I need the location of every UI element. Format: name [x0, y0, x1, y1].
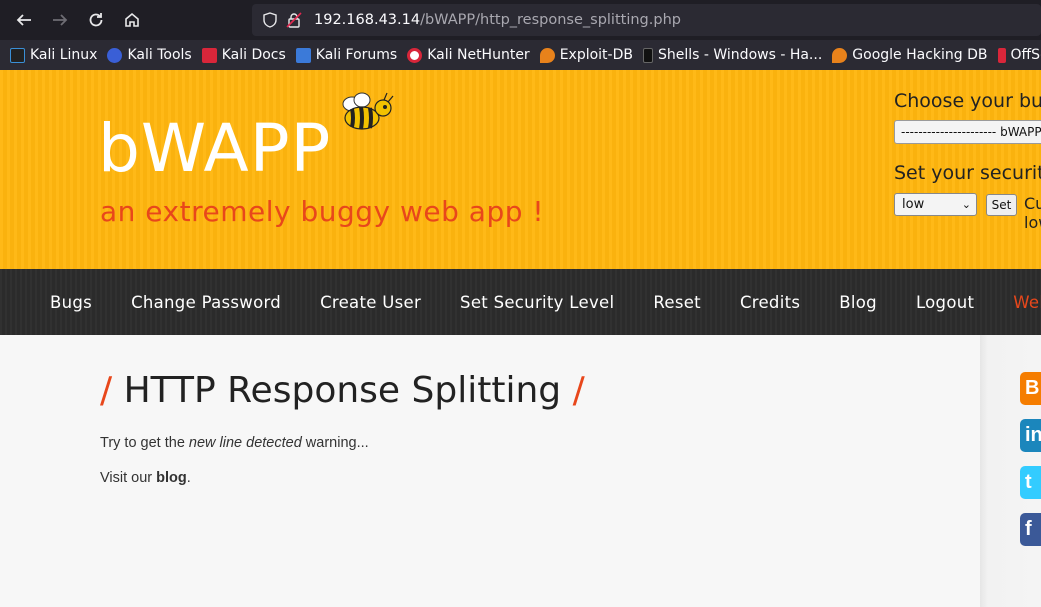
bookmark-kali-tools[interactable]: Kali Tools [107, 47, 192, 63]
reload-button[interactable] [78, 5, 114, 35]
page-title: / HTTP Response Splitting / [100, 370, 585, 411]
menu-welcome: Welcome Bee [1013, 292, 1041, 312]
bookmark-label: Kali NetHunter [427, 47, 530, 63]
instruction-prefix: Try to get the [100, 435, 189, 451]
instruction-text: Try to get the new line detected warning… [100, 435, 369, 451]
bookmark-label: Kali Docs [221, 47, 286, 63]
title-slash-left: / [100, 370, 113, 411]
current-security-text: Current: low [1024, 194, 1041, 232]
bookmark-kali-linux[interactable]: Kali Linux [10, 47, 97, 63]
facebook-label: f [1025, 518, 1032, 540]
security-level-label: Set your security level: [894, 162, 1041, 184]
menu-change-password[interactable]: Change Password [131, 293, 281, 312]
blogger-icon[interactable]: B [1020, 372, 1041, 405]
offsec-icon [997, 47, 1006, 63]
blog-suffix: . [186, 470, 191, 486]
security-level-value: low [902, 197, 925, 212]
bookmark-label: Kali Tools [127, 47, 192, 63]
forward-button[interactable] [42, 5, 78, 35]
bookmark-kali-forums[interactable]: Kali Forums [295, 47, 398, 63]
kali-dragon-icon [10, 47, 25, 63]
menu-reset[interactable]: Reset [653, 293, 701, 312]
twitter-label: t [1025, 471, 1032, 493]
menu-credits[interactable]: Credits [740, 293, 800, 312]
site-header: bWAPP an extremely buggy web app ! Choos… [0, 70, 1041, 269]
back-button[interactable] [6, 5, 42, 35]
shells-icon [642, 47, 653, 63]
blog-text: Visit our blog. [100, 470, 191, 486]
facebook-icon[interactable]: f [1020, 513, 1041, 546]
menu-logout[interactable]: Logout [916, 293, 974, 312]
url-host: 192.168.43.14 [314, 12, 421, 28]
bookmark-label: Google Hacking DB [852, 47, 988, 63]
exploit-db-icon [539, 47, 555, 63]
set-security-button[interactable]: Set [986, 194, 1017, 216]
menu-bugs[interactable]: Bugs [50, 293, 92, 312]
blogger-label: B [1025, 377, 1040, 399]
forward-arrow-icon [53, 14, 68, 26]
menu-blog[interactable]: Blog [839, 293, 877, 312]
instruction-suffix: warning... [301, 435, 369, 451]
kali-forums-icon [295, 47, 311, 63]
bookmark-shells[interactable]: Shells - Windows - Ha... [642, 47, 823, 63]
bookmark-kali-docs[interactable]: Kali Docs [201, 47, 286, 63]
back-arrow-icon [16, 14, 31, 26]
main-content: / HTTP Response Splitting / Try to get t… [0, 335, 981, 607]
reload-icon [89, 13, 103, 27]
shield-icon[interactable] [260, 10, 280, 30]
main-menu: Bugs Change Password Create User Set Sec… [0, 269, 1041, 335]
site-tagline: an extremely buggy web app ! [100, 195, 545, 228]
bookmark-offsec[interactable]: OffSe [997, 47, 1041, 63]
home-button[interactable] [114, 5, 150, 35]
chevron-down-icon: ⌄ [961, 198, 971, 211]
bookmark-google-hacking-db[interactable]: Google Hacking DB [832, 47, 988, 63]
bookmark-label: Shells - Windows - Ha... [657, 47, 823, 63]
url-bar[interactable]: 192.168.43.14/bWAPP/http_response_splitt… [252, 4, 1041, 36]
url-text[interactable]: 192.168.43.14/bWAPP/http_response_splitt… [314, 12, 681, 28]
menu-create-user[interactable]: Create User [320, 293, 421, 312]
bookmarks-bar: Kali Linux Kali Tools Kali Docs Kali For… [0, 40, 1041, 70]
security-level-select[interactable]: low ⌄ [894, 193, 977, 216]
bug-select[interactable]: ---------------------- bWAPP v2.2 ------… [894, 120, 1041, 144]
bookmark-label: Kali Forums [315, 47, 398, 63]
linkedin-label: in [1025, 424, 1041, 446]
bookmark-exploit-db[interactable]: Exploit-DB [539, 47, 633, 63]
site-logo[interactable]: bWAPP [98, 110, 331, 187]
bookmark-label: OffSe [1010, 47, 1041, 63]
home-icon [125, 12, 139, 27]
kali-tools-icon [107, 47, 123, 63]
url-path: /bWAPP/http_response_splitting.php [420, 12, 681, 28]
linkedin-icon[interactable]: in [1020, 419, 1041, 452]
nethunter-icon [407, 47, 423, 63]
blog-link[interactable]: blog [156, 470, 187, 486]
blog-prefix: Visit our [100, 470, 157, 486]
bookmark-label: Kali Linux [30, 47, 98, 63]
ghdb-icon [832, 47, 848, 63]
kali-docs-icon [201, 47, 217, 63]
bee-icon [342, 92, 394, 130]
bookmark-kali-nethunter[interactable]: Kali NetHunter [407, 47, 530, 63]
instruction-emphasis: new line detected [188, 435, 302, 451]
menu-set-security-level[interactable]: Set Security Level [460, 293, 614, 312]
insecure-lock-icon[interactable] [284, 10, 304, 30]
browser-toolbar: 192.168.43.14/bWAPP/http_response_splitt… [0, 0, 1041, 40]
title-slash-right: / [572, 370, 585, 411]
twitter-icon[interactable]: t [1020, 466, 1041, 499]
choose-bug-label: Choose your bug: [894, 90, 1041, 112]
bookmark-label: Exploit-DB [559, 47, 633, 63]
page-title-text: HTTP Response Splitting [123, 370, 562, 411]
